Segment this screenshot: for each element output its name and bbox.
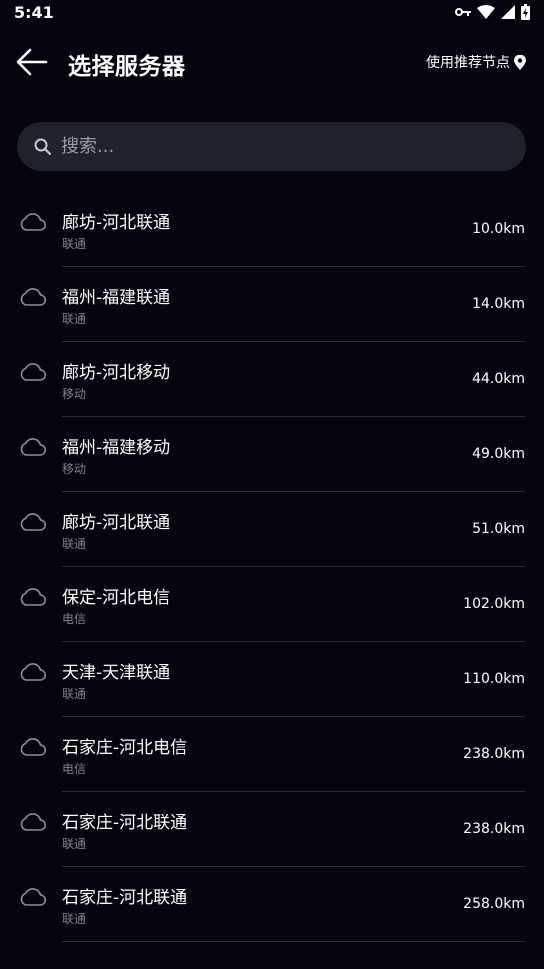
server-list-item[interactable]: 廊坊-河北联通联通 51.0km bbox=[0, 492, 544, 567]
battery-icon bbox=[521, 4, 530, 20]
signal-icon bbox=[501, 5, 515, 19]
server-distance: 258.0km bbox=[463, 896, 525, 912]
server-distance: 102.0km bbox=[463, 596, 525, 612]
server-list-item[interactable]: 石家庄-河北电信电信 238.0km bbox=[0, 717, 544, 792]
cloud-icon bbox=[19, 437, 47, 460]
cloud-icon bbox=[19, 287, 47, 310]
server-list-item[interactable]: 保定-河北电信电信 102.0km bbox=[0, 567, 544, 642]
wifi-icon bbox=[477, 5, 495, 19]
server-distance: 14.0km bbox=[472, 296, 525, 312]
server-carrier: 联通 bbox=[62, 237, 87, 251]
server-list-item[interactable]: 福州-福建联通联通 14.0km bbox=[0, 267, 544, 342]
server-carrier: 联通 bbox=[62, 687, 87, 701]
server-carrier: 移动 bbox=[62, 387, 87, 401]
server-distance: 238.0km bbox=[463, 821, 525, 837]
server-distance: 10.0km bbox=[472, 221, 525, 237]
server-name: 天津-天津联通 bbox=[62, 663, 171, 683]
cloud-icon bbox=[19, 587, 47, 610]
search-input[interactable] bbox=[61, 136, 481, 157]
server-carrier: 联通 bbox=[62, 912, 87, 926]
server-carrier: 联通 bbox=[62, 837, 87, 851]
cloud-icon bbox=[19, 362, 47, 385]
server-list-item[interactable]: 福州-福建移动移动 49.0km bbox=[0, 417, 544, 492]
use-recommended-node-button[interactable]: 使用推荐节点 bbox=[426, 52, 526, 72]
server-name: 廊坊-河北联通 bbox=[62, 213, 171, 233]
server-list-item[interactable]: 天津-天津联通联通 110.0km bbox=[0, 642, 544, 717]
server-name: 廊坊-河北移动 bbox=[62, 363, 171, 383]
server-carrier: 移动 bbox=[62, 462, 87, 476]
recommend-label: 使用推荐节点 bbox=[426, 55, 510, 71]
page-title: 选择服务器 bbox=[68, 54, 186, 80]
server-list-item[interactable]: 石家庄-河北联通联通 258.0km bbox=[0, 867, 544, 942]
cloud-icon bbox=[19, 887, 47, 910]
cloud-icon bbox=[19, 662, 47, 685]
server-name: 保定-河北电信 bbox=[62, 588, 171, 608]
cloud-icon bbox=[19, 737, 47, 760]
cloud-icon bbox=[19, 512, 47, 535]
server-name: 石家庄-河北电信 bbox=[62, 738, 188, 758]
vpn-key-icon bbox=[455, 8, 471, 16]
server-name: 廊坊-河北联通 bbox=[62, 513, 171, 533]
status-icons bbox=[455, 4, 530, 20]
server-distance: 238.0km bbox=[463, 746, 525, 762]
server-list-item[interactable]: 石家庄-河北联通联通 238.0km bbox=[0, 792, 544, 867]
arrow-left-icon bbox=[16, 48, 48, 76]
back-button[interactable] bbox=[14, 44, 50, 80]
server-distance: 49.0km bbox=[472, 446, 525, 462]
server-name: 石家庄-河北联通 bbox=[62, 813, 188, 833]
server-carrier: 电信 bbox=[62, 762, 87, 776]
status-bar: 5:41 bbox=[0, 0, 544, 24]
divider bbox=[62, 941, 525, 942]
server-name: 石家庄-河北联通 bbox=[62, 888, 188, 908]
cloud-icon bbox=[19, 212, 47, 235]
cloud-icon bbox=[19, 812, 47, 835]
server-list-item[interactable]: 廊坊-河北联通联通 10.0km bbox=[0, 192, 544, 267]
server-distance: 44.0km bbox=[472, 371, 525, 387]
status-time: 5:41 bbox=[14, 2, 54, 22]
server-distance: 51.0km bbox=[472, 521, 525, 537]
server-list: 廊坊-河北联通 联通 10.0km 福州-福建联通 联通 14.0km 廊坊-河北移动 移动 4… bbox=[0, 192, 544, 942]
server-name: 福州-福建联通 bbox=[62, 288, 171, 308]
server-name: 福州-福建移动 bbox=[62, 438, 171, 458]
server-carrier: 联通 bbox=[62, 312, 87, 326]
search-box[interactable] bbox=[17, 122, 526, 171]
server-carrier: 联通 bbox=[62, 537, 87, 551]
search-icon bbox=[34, 138, 51, 155]
app-bar: 选择服务器 使用推荐节点 bbox=[0, 40, 544, 84]
server-distance: 110.0km bbox=[463, 671, 525, 687]
location-pin-icon bbox=[514, 54, 526, 70]
server-carrier: 电信 bbox=[62, 612, 87, 626]
server-list-item[interactable]: 廊坊-河北移动移动 44.0km bbox=[0, 342, 544, 417]
